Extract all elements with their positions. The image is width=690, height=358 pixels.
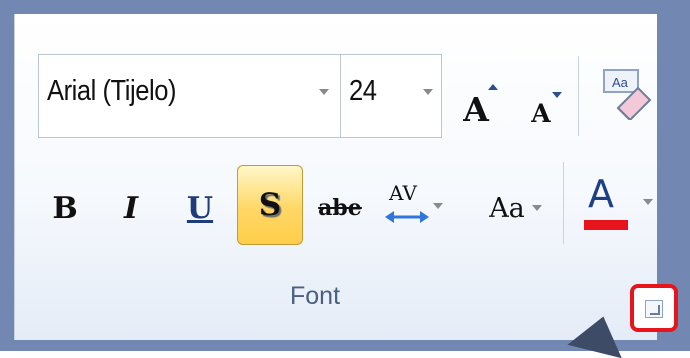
- bold-button[interactable]: B: [48, 188, 82, 228]
- double-arrow-icon: [385, 211, 429, 223]
- eraser-icon: Aa: [603, 69, 652, 120]
- svg-text:Aa: Aa: [612, 75, 629, 90]
- group-label: Font: [289, 282, 341, 310]
- triangle-down-icon: [552, 92, 562, 98]
- underline-button[interactable]: U: [183, 188, 217, 228]
- strikethrough-glyph: abe: [318, 195, 362, 221]
- font-color-glyph: A: [588, 172, 614, 216]
- spacing-glyph: AV: [389, 181, 417, 205]
- chevron-down-icon[interactable]: [532, 205, 542, 211]
- bold-glyph: B: [52, 190, 78, 226]
- chevron-down-icon[interactable]: [433, 203, 443, 209]
- underline-glyph: U: [186, 190, 214, 226]
- separator: [578, 56, 579, 136]
- grow-font-glyph: A: [463, 89, 489, 129]
- italic-button[interactable]: I: [114, 188, 148, 228]
- font-dialog-launcher-button[interactable]: [630, 284, 678, 332]
- triangle-up-icon: [488, 84, 498, 90]
- chevron-down-icon[interactable]: [643, 199, 653, 205]
- shrink-font-glyph: A: [531, 98, 551, 128]
- shadow-glyph: S: [258, 187, 282, 223]
- strikethrough-button[interactable]: abe: [310, 188, 370, 228]
- change-case-glyph: Aa: [489, 192, 525, 224]
- font-name-combobox[interactable]: Arial (Tijelo): [38, 54, 342, 138]
- dialog-launcher-icon: [645, 300, 663, 318]
- font-color-button[interactable]: A: [580, 170, 658, 242]
- chevron-down-icon[interactable]: [319, 89, 329, 95]
- change-case-button[interactable]: Aa: [472, 188, 542, 228]
- separator: [563, 162, 564, 244]
- font-size-value: 24: [349, 75, 377, 107]
- font-color-swatch: [584, 220, 628, 230]
- chevron-down-icon[interactable]: [423, 89, 433, 95]
- text-shadow-button[interactable]: S: [237, 165, 303, 245]
- shrink-font-button[interactable]: A: [520, 92, 562, 134]
- clear-formatting-button[interactable]: Aa: [596, 60, 658, 122]
- window-frame-left: [0, 0, 14, 351]
- character-spacing-button[interactable]: AV: [377, 170, 449, 240]
- grow-font-button[interactable]: A: [455, 84, 498, 134]
- italic-glyph: I: [123, 190, 139, 226]
- font-size-combobox[interactable]: 24: [340, 54, 442, 138]
- font-name-value: Arial (Tijelo): [47, 75, 177, 107]
